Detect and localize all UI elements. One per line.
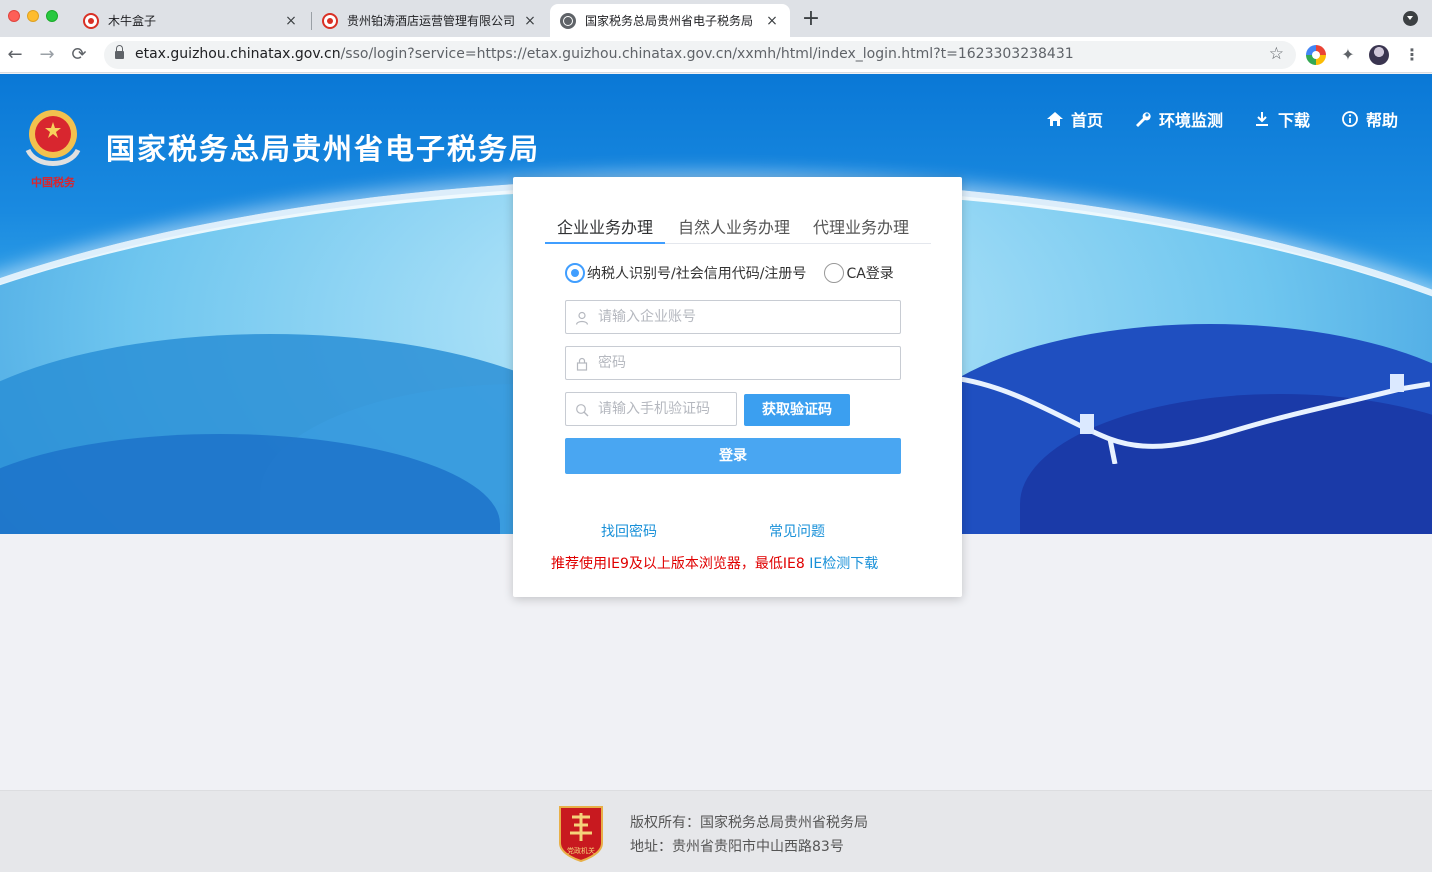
- nav-label: 帮助: [1366, 111, 1399, 130]
- nav-label: 首页: [1071, 111, 1104, 130]
- puzzle-icon[interactable]: ✦: [1338, 45, 1358, 65]
- faq-link[interactable]: 常见问题: [769, 521, 825, 541]
- ie-check-download-link[interactable]: IE检测下载: [809, 556, 878, 572]
- forward-button[interactable]: →: [35, 43, 59, 67]
- mnhz-favicon-icon: [83, 12, 99, 29]
- nav-label: 下载: [1278, 111, 1311, 130]
- site-title: 国家税务总局贵州省电子税务局: [106, 132, 541, 166]
- back-button[interactable]: ←: [3, 43, 27, 67]
- page-footer: 党政机关 版权所有：国家税务总局贵州省税务局 地址：贵州省贵阳市中山西路83号: [0, 790, 1432, 872]
- browser-notice: 推荐使用IE9及以上版本浏览器，最低IE8 IE检测下载: [551, 553, 878, 573]
- reset-password-link[interactable]: 找回密码: [601, 521, 657, 541]
- sms-code-field: [565, 392, 737, 426]
- nav-download-link[interactable]: 下载: [1253, 107, 1310, 131]
- footer-copyright: 版权所有：国家税务总局贵州省税务局: [630, 815, 868, 831]
- browser-tab-mnhz[interactable]: 木牛盒子 ×: [73, 4, 309, 37]
- tab-search-icon[interactable]: [1403, 11, 1418, 26]
- browser-recommendation-text: 推荐使用IE9及以上版本浏览器，最低IE8: [551, 556, 805, 572]
- browser-menu-icon[interactable]: ⋮: [1404, 45, 1420, 65]
- bookmark-star-icon[interactable]: ☆: [1269, 44, 1284, 64]
- tab-title: 贵州铂涛酒店运营管理有限公司: [347, 14, 516, 28]
- tax-emblem-logo: 中国税务: [22, 106, 84, 190]
- tab-title: 国家税务总局贵州省电子税务局: [585, 14, 754, 28]
- info-icon: [1341, 110, 1359, 128]
- browser-toolbar: ← → ⟳ etax.guizhou.chinatax.gov.cn/sso/l…: [0, 37, 1432, 73]
- mnhz-favicon-icon: [322, 12, 338, 29]
- login-method-radios: 纳税人识别号/社会信用代码/注册号 CA登录: [565, 263, 894, 283]
- tab-individual[interactable]: 自然人业务办理: [678, 214, 790, 238]
- window-close-button[interactable]: [8, 10, 20, 22]
- footer-address: 地址：贵州省贵阳市中山西路83号: [630, 839, 844, 855]
- tab-close-icon[interactable]: ×: [283, 13, 299, 29]
- get-code-button[interactable]: 获取验证码: [744, 394, 850, 426]
- download-icon: [1253, 110, 1271, 128]
- svg-text:党政机关: 党政机关: [567, 846, 595, 855]
- tab-agent[interactable]: 代理业务办理: [813, 214, 909, 238]
- account-field: [565, 300, 901, 334]
- lock-icon: [575, 356, 589, 371]
- radio-label[interactable]: CA登录: [846, 263, 893, 283]
- user-icon: [575, 310, 589, 325]
- extension-icon[interactable]: [1306, 45, 1326, 65]
- password-field: [565, 346, 901, 380]
- tab-title: 木牛盒子: [108, 14, 157, 28]
- login-button[interactable]: 登录: [565, 438, 901, 474]
- search-icon: [575, 402, 589, 417]
- svg-text:中国税务: 中国税务: [31, 175, 76, 189]
- active-tab-indicator: [545, 242, 665, 244]
- globe-icon: [560, 12, 576, 29]
- tab-close-icon[interactable]: ×: [522, 13, 538, 29]
- reload-button[interactable]: ⟳: [67, 43, 91, 67]
- radio-taxpayer-id[interactable]: [565, 263, 585, 283]
- browser-tabstrip: 木牛盒子 × 贵州铂涛酒店运营管理有限公司 × 国家税务总局贵州省电子税务局 ×…: [0, 0, 1432, 37]
- browser-tab-etax[interactable]: 国家税务总局贵州省电子税务局 ×: [550, 4, 790, 37]
- profile-avatar[interactable]: [1369, 45, 1389, 65]
- sms-code-input[interactable]: [598, 393, 732, 425]
- page: 中国税务 国家税务总局贵州省电子税务局 首页 环境监测 下载 帮助 企业业务办理…: [0, 74, 1432, 872]
- address-bar[interactable]: etax.guizhou.chinatax.gov.cn/sso/login?s…: [104, 41, 1296, 69]
- account-input[interactable]: [598, 301, 896, 333]
- password-input[interactable]: [598, 347, 896, 379]
- wrench-icon: [1134, 110, 1152, 128]
- new-tab-button[interactable]: +: [800, 8, 822, 30]
- tab-enterprise[interactable]: 企业业务办理: [557, 214, 653, 238]
- nav-label: 环境监测: [1159, 111, 1224, 130]
- url-text[interactable]: etax.guizhou.chinatax.gov.cn/sso/login?s…: [135, 46, 1074, 62]
- login-card: 企业业务办理 自然人业务办理 代理业务办理 纳税人识别号/社会信用代码/注册号 …: [513, 177, 962, 597]
- window-zoom-button[interactable]: [46, 10, 58, 22]
- party-government-badge-logo: 党政机关: [556, 803, 606, 863]
- nav-home-link[interactable]: 首页: [1046, 107, 1103, 131]
- nav-help-link[interactable]: 帮助: [1341, 107, 1398, 131]
- radio-ca-login[interactable]: [824, 263, 845, 283]
- login-tabs: 企业业务办理 自然人业务办理 代理业务办理: [545, 203, 931, 244]
- home-icon: [1046, 110, 1064, 128]
- nav-env-check-link[interactable]: 环境监测: [1134, 107, 1223, 131]
- great-wall-illustration: [959, 344, 1431, 465]
- lock-icon[interactable]: [115, 45, 124, 60]
- tab-close-icon[interactable]: ×: [764, 13, 780, 29]
- browser-tab-company[interactable]: 贵州铂涛酒店运营管理有限公司 ×: [312, 4, 548, 37]
- window-minimize-button[interactable]: [27, 10, 39, 22]
- radio-label[interactable]: 纳税人识别号/社会信用代码/注册号: [587, 263, 806, 283]
